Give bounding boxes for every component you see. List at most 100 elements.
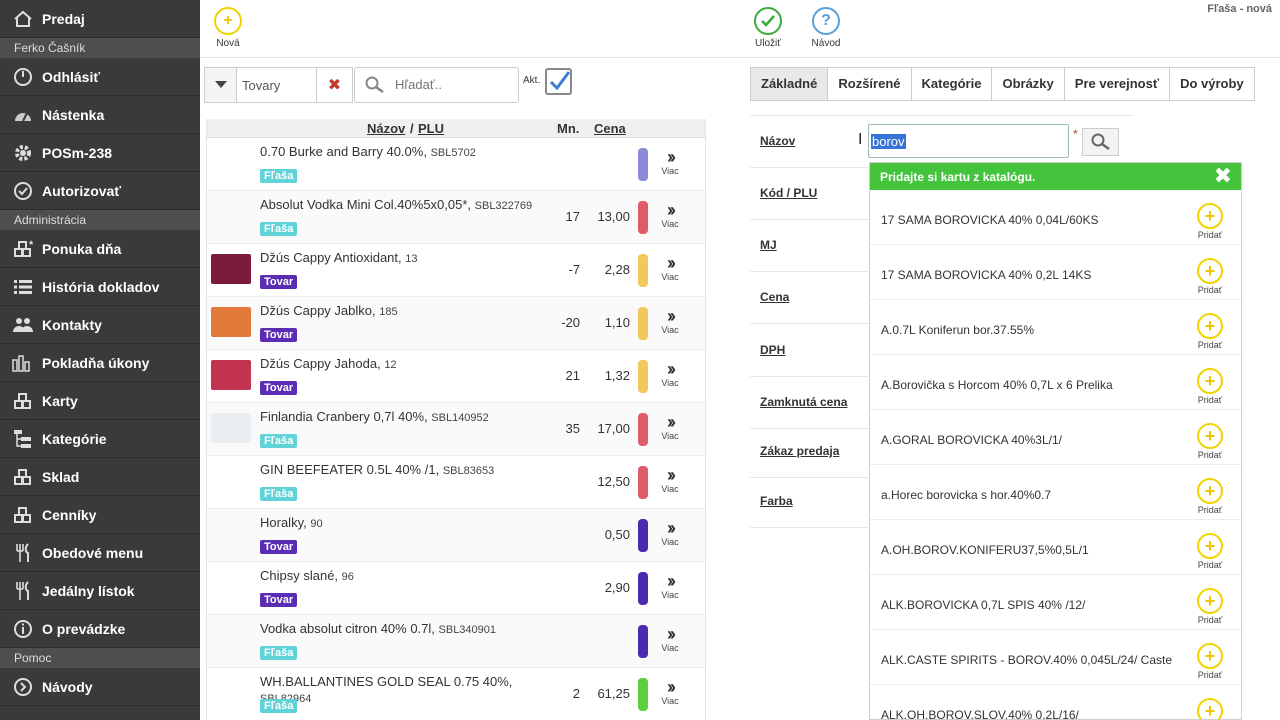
product-price: 12,50	[597, 474, 630, 489]
more-button[interactable]: ›› Viac	[656, 201, 684, 229]
header-price[interactable]: Cena	[594, 121, 626, 136]
more-button[interactable]: ›› Viac	[656, 254, 684, 282]
sidebar-item-navody[interactable]: Návody	[0, 668, 200, 706]
sidebar-item-odhlasit[interactable]: Odhlásiť	[0, 58, 200, 96]
table-row[interactable]: Džús Cappy Antioxidant, 13 Tovar -7 2,28 ›› V…	[207, 244, 705, 297]
catalog-search-button[interactable]	[1082, 128, 1119, 156]
sidebar-item-autorizovat[interactable]: Autorizovať	[0, 172, 200, 210]
label-cena[interactable]: Cena	[760, 290, 789, 304]
catalog-item[interactable]: A.0.7L Koniferun bor.37.55% + Pridať	[870, 300, 1241, 355]
more-button[interactable]: ›› Viac	[656, 466, 684, 494]
sidebar-item-sklad[interactable]: Sklad	[0, 458, 200, 496]
double-chevron-right-icon: ››	[667, 624, 676, 644]
gear-icon	[12, 142, 34, 164]
table-row[interactable]: Chipsy slané, 96 Tovar 2,90 ›› Viac	[207, 562, 705, 615]
add-catalog-item-button[interactable]: +Pridať	[1192, 533, 1228, 570]
sidebar-item-predaj[interactable]: Predaj	[0, 0, 200, 38]
active-filter-checkbox[interactable]	[545, 68, 572, 95]
search-field[interactable]	[354, 67, 519, 103]
sidebar-item-kategorie[interactable]: Kategórie	[0, 420, 200, 458]
add-label: Pridať	[1197, 395, 1223, 405]
more-button[interactable]: ›› Viac	[656, 572, 684, 600]
help-button-label: Návod	[811, 38, 841, 49]
catalog-item[interactable]: A.GORAL BOROVICKA 40%3L/1/ + Pridať	[870, 410, 1241, 465]
sidebar-item-historia-dokladov[interactable]: História dokladov	[0, 268, 200, 306]
add-label: Pridať	[1197, 615, 1223, 625]
tab-rozsirene[interactable]: Rozšírené	[827, 67, 912, 101]
catalog-item[interactable]: ALK.OH.BOROV.SLOV.40% 0,2L/16/ +Pridať	[870, 685, 1241, 719]
name-input[interactable]: borov	[868, 124, 1069, 158]
tab-do-vyroby[interactable]: Do výroby	[1169, 67, 1255, 101]
sidebar-item-nastenka[interactable]: Nástenka	[0, 96, 200, 134]
add-catalog-item-button[interactable]: +Pridať	[1192, 643, 1228, 680]
power-icon	[12, 66, 34, 88]
more-button[interactable]: ›› Viac	[656, 625, 684, 653]
more-button[interactable]: ›› Viac	[656, 678, 684, 706]
add-catalog-item-button[interactable]: +Pridať	[1192, 258, 1228, 295]
sidebar-item-obedove-menu[interactable]: Obedové menu	[0, 534, 200, 572]
list-icon	[12, 276, 34, 298]
sidebar-item-kontakty[interactable]: Kontakty	[0, 306, 200, 344]
clear-category-button[interactable]: ✖	[317, 67, 353, 103]
more-button[interactable]: ›› Viac	[656, 148, 684, 176]
close-icon[interactable]: ✖	[1214, 165, 1232, 187]
table-row[interactable]: Vodka absolut citron 40% 0.7l, SBL340901…	[207, 615, 705, 668]
add-catalog-item-button[interactable]: +Pridať	[1192, 588, 1228, 625]
checkmark-icon	[549, 71, 571, 91]
sidebar-item-jedalny-listok[interactable]: Jedálny lístok	[0, 572, 200, 610]
add-catalog-item-button[interactable]: +Pridať	[1192, 368, 1228, 405]
more-button[interactable]: ›› Viac	[656, 413, 684, 441]
catalog-item[interactable]: 17 SAMA BOROVICKA 40% 0,2L 14KS + Pridať	[870, 245, 1241, 300]
catalog-item[interactable]: a.Horec borovicka s hor.40%0.7 + Pridať	[870, 465, 1241, 520]
label-kod-plu[interactable]: Kód / PLU	[760, 186, 817, 200]
category-dropdown-toggle[interactable]	[204, 67, 237, 103]
new-button[interactable]: + Nová	[203, 7, 253, 49]
table-row[interactable]: Horalky, 90 Tovar 0,50 ›› Viac	[207, 509, 705, 562]
tab-obrazky[interactable]: Obrázky	[991, 67, 1065, 101]
add-catalog-item-button[interactable]: +Pridať	[1192, 478, 1228, 515]
more-button[interactable]: ›› Viac	[656, 519, 684, 547]
sidebar-item-cenniky[interactable]: Cenníky	[0, 496, 200, 534]
cutlery-icon	[12, 580, 34, 602]
tab-pre-verejnost[interactable]: Pre verejnosť	[1063, 67, 1171, 101]
more-button[interactable]: ›› Viac	[656, 307, 684, 335]
sidebar-item-karty[interactable]: Karty	[0, 382, 200, 420]
search-input[interactable]	[395, 77, 510, 92]
label-zakaz-predaja[interactable]: Zákaz predaja	[760, 444, 839, 458]
add-catalog-item-button[interactable]: +Pridať	[1192, 203, 1228, 240]
catalog-item[interactable]: ALK.BOROVICKA 0,7L SPIS 40% /12/ + Pridať	[870, 575, 1241, 630]
catalog-item[interactable]: A.Borovička s Horcom 40% 0,7L x 6 Prelik…	[870, 355, 1241, 410]
tab-kategorie[interactable]: Kategórie	[910, 67, 993, 101]
save-button[interactable]: Uložiť	[743, 7, 793, 49]
category-select[interactable]: Tovary	[237, 67, 317, 103]
table-row[interactable]: Absolut Vodka Mini Col.40%5x0,05*, SBL32…	[207, 191, 705, 244]
add-catalog-item-button[interactable]: +Pridať	[1192, 313, 1228, 350]
help-button[interactable]: ? Návod	[801, 7, 851, 49]
label-dph[interactable]: DPH	[760, 343, 785, 357]
sidebar-item-o-prevadzke[interactable]: O prevádzke	[0, 610, 200, 648]
table-row[interactable]: Džús Cappy Jablko, 185 Tovar -20 1,10 ›› Viac	[207, 297, 705, 350]
catalog-item[interactable]: ALK.CASTE SPIRITS - BOROV.40% 0,045L/24/…	[870, 630, 1241, 685]
catalog-item[interactable]: A.OH.BOROV.KONIFERU37,5%0,5L/1 + Pridať	[870, 520, 1241, 575]
color-bar	[638, 307, 648, 340]
sidebar-item-pokladna-ukony[interactable]: Pokladňa úkony	[0, 344, 200, 382]
header-name[interactable]: Názov	[367, 121, 405, 136]
catalog-item[interactable]: 17 SAMA BOROVICKA 40% 0,04L/60KS + Pridať	[870, 190, 1241, 245]
header-plu[interactable]: PLU	[418, 121, 444, 136]
label-zamknuta-cena[interactable]: Zamknutá cena	[760, 395, 847, 409]
table-row[interactable]: GIN BEEFEATER 0.5L 40% /1, SBL83653 Fľaša…	[207, 456, 705, 509]
add-catalog-item-button[interactable]: +Pridať	[1192, 698, 1228, 719]
sidebar-item-ponuka-dna[interactable]: ★ Ponuka dňa	[0, 230, 200, 268]
label-farba[interactable]: Farba	[760, 494, 793, 508]
table-row[interactable]: Džús Cappy Jahoda, 12 Tovar 21 1,32 ›› Viac	[207, 350, 705, 403]
tab-zakladne[interactable]: Základné	[750, 67, 829, 101]
table-row[interactable]: Finlandia Cranbery 0,7l 40%, SBL140952 Fľ…	[207, 403, 705, 456]
sidebar-item-posm[interactable]: POSm-238	[0, 134, 200, 172]
label-nazov[interactable]: Názov	[760, 134, 795, 148]
label-mj[interactable]: MJ	[760, 238, 777, 252]
table-row[interactable]: WH.BALLANTINES GOLD SEAL 0.75 40%, SBL82…	[207, 668, 705, 720]
table-row[interactable]: 0.70 Burke and Barry 40.0%, SBL5702 Fľaša…	[207, 138, 705, 191]
save-button-label: Uložiť	[755, 38, 781, 49]
add-catalog-item-button[interactable]: +Pridať	[1192, 423, 1228, 460]
more-button[interactable]: ›› Viac	[656, 360, 684, 388]
